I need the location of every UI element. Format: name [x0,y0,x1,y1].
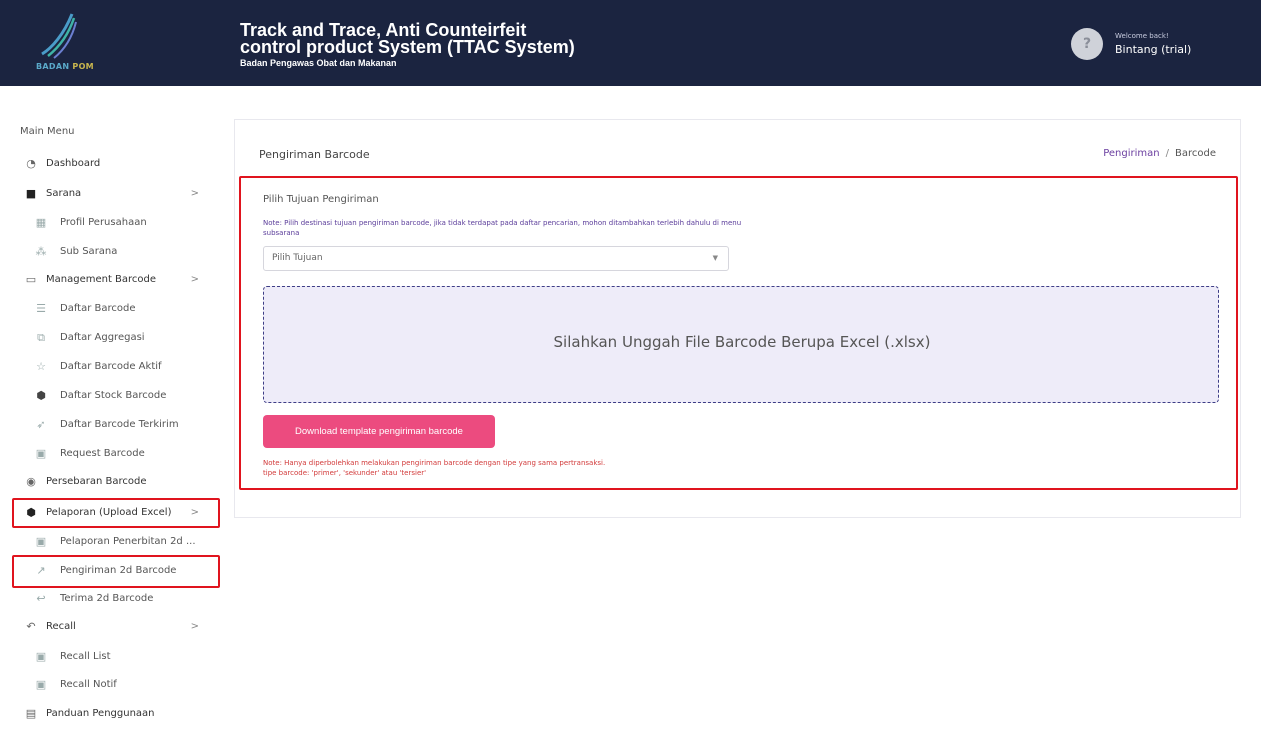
sidebar-item-management-barcode[interactable]: ▭ Management Barcode > [20,270,205,290]
sidebar-item-profil-perusahaan[interactable]: ▦ Profil Perusahaan [20,213,205,233]
monitor-icon: ▣ [35,535,47,548]
chevron-right-icon: > [190,274,199,285]
download-template-button[interactable]: Download template pengiriman barcode [263,415,495,448]
sidebar-item-daftar-barcode-terkirim[interactable]: ➶ Daftar Barcode Terkirim [20,415,205,435]
chevron-right-icon: > [190,621,199,632]
logo-text-pom: POM [72,62,94,71]
sidebar-item-pengiriman-2d-barcode[interactable]: ↗ Pengiriman 2d Barcode [20,561,205,581]
box-icon: ⬢ [36,389,46,402]
monitor-icon: ▣ [35,678,47,691]
breadcrumb-link-pengiriman[interactable]: Pengiriman [1103,148,1159,159]
avatar[interactable]: ? [1071,28,1103,60]
barcode-type-note-line2: tipe barcode: 'primer', 'sekunder' atau … [263,469,427,477]
file-dropzone[interactable]: Silahkan Unggah File Barcode Berupa Exce… [263,286,1219,403]
logo-emblem-icon [41,13,77,59]
barcode-type-note-line1: Note: Hanya diperbolehkan melakukan peng… [263,459,606,467]
sidebar-item-pelaporan-penerbitan[interactable]: ▣ Pelaporan Penerbitan 2d ... [20,532,205,552]
logo-text-badan: BADAN [36,62,70,71]
breadcrumb-current: Barcode [1175,148,1216,159]
sidebar-item-recall-list[interactable]: ▣ Recall List [20,647,205,667]
window-icon: ▭ [25,273,37,286]
destination-label: Pilih Tujuan Pengiriman [263,194,379,205]
top-bar: BADAN POM Track and Trace, Anti Counteir… [0,0,1261,86]
location-pin-icon: ◉ [26,475,36,488]
sidebar-item-daftar-barcode[interactable]: ☰ Daftar Barcode [20,299,205,319]
destination-select-value: Pilih Tujuan [272,253,323,263]
sidebar-item-daftar-barcode-aktif[interactable]: ☆ Daftar Barcode Aktif [20,357,205,377]
destination-select[interactable]: Pilih Tujuan ▼ [263,246,729,271]
menu-heading: Main Menu [20,126,75,137]
page-title: Pengiriman Barcode [259,148,370,161]
sidebar-item-dashboard[interactable]: ◔ Dashboard [20,154,205,174]
box-icon: ⬢ [26,506,36,519]
user-menu[interactable]: ? Welcome back! Bintang (trial) [1071,28,1241,64]
star-icon: ☆ [36,360,46,373]
send-icon: ➶ [36,418,46,431]
upload-form: Pilih Tujuan Pengiriman Note: Pilih dest… [239,176,1238,490]
sidebar-item-panduan-penggunaan[interactable]: ▤ Panduan Penggunaan [20,704,205,724]
sidebar-item-pelaporan-upload-excel[interactable]: ⬢ Pelaporan (Upload Excel) > [20,503,205,523]
chevron-right-icon: > [190,188,199,199]
sidebar-item-recall-notif[interactable]: ▣ Recall Notif [20,675,205,695]
sidebar-item-persebaran-barcode[interactable]: ◉ Persebaran Barcode [20,472,205,492]
app-title-line2: control product System (TTAC System) [240,37,575,57]
sarana-icon: ■ [25,187,37,200]
receive-icon: ↩ [36,592,46,605]
breadcrumb-separator: / [1165,148,1169,159]
dashboard-icon: ◔ [26,157,36,170]
monitor-icon: ▣ [35,447,47,460]
monitor-icon: ▣ [35,650,47,663]
list-icon: ☰ [36,302,46,315]
sidebar-item-daftar-stock-barcode[interactable]: ⬢ Daftar Stock Barcode [20,386,205,406]
sidebar-item-sarana[interactable]: ■ Sarana > [20,184,205,204]
sidebar-item-recall[interactable]: ↶ Recall > [20,617,205,637]
main-card: Pengiriman Barcode Pengiriman / Barcode Pi… [234,119,1241,518]
sidebar-item-daftar-aggregasi[interactable]: ⧉ Daftar Aggregasi [20,328,205,348]
sidebar-item-request-barcode[interactable]: ▣ Request Barcode [20,444,205,464]
breadcrumb: Pengiriman / Barcode [1103,148,1216,159]
sidebar-item-sub-sarana[interactable]: ⁂ Sub Sarana [20,242,205,262]
chevron-right-icon: > [190,507,199,518]
building-icon: ▦ [35,216,47,229]
barcode-type-note: Note: Hanya diperbolehkan melakukan peng… [263,458,763,478]
dropzone-text: Silahkan Unggah File Barcode Berupa Exce… [553,333,931,351]
sidebar: Main Menu ◔ Dashboard ■ Sarana > ▦ Profi… [0,86,225,740]
badan-pom-logo[interactable]: BADAN POM [18,8,218,80]
welcome-text: Welcome back! [1115,32,1169,40]
recall-icon: ↶ [26,620,36,633]
layers-icon: ⧉ [37,331,45,344]
app-subtitle: Badan Pengawas Obat dan Makanan [240,58,397,68]
destination-note: Note: Pilih destinasi tujuan pengiriman … [263,219,742,237]
caret-down-icon: ▼ [712,254,718,262]
app-title: Track and Trace, Anti Counteirfeit contr… [240,21,575,57]
username: Bintang (trial) [1115,43,1192,56]
sub-sarana-icon: ⁂ [35,245,47,258]
sidebar-item-terima-2d-barcode[interactable]: ↩ Terima 2d Barcode [20,589,205,609]
calendar-icon: ▤ [25,707,37,720]
share-icon: ↗ [36,564,46,577]
